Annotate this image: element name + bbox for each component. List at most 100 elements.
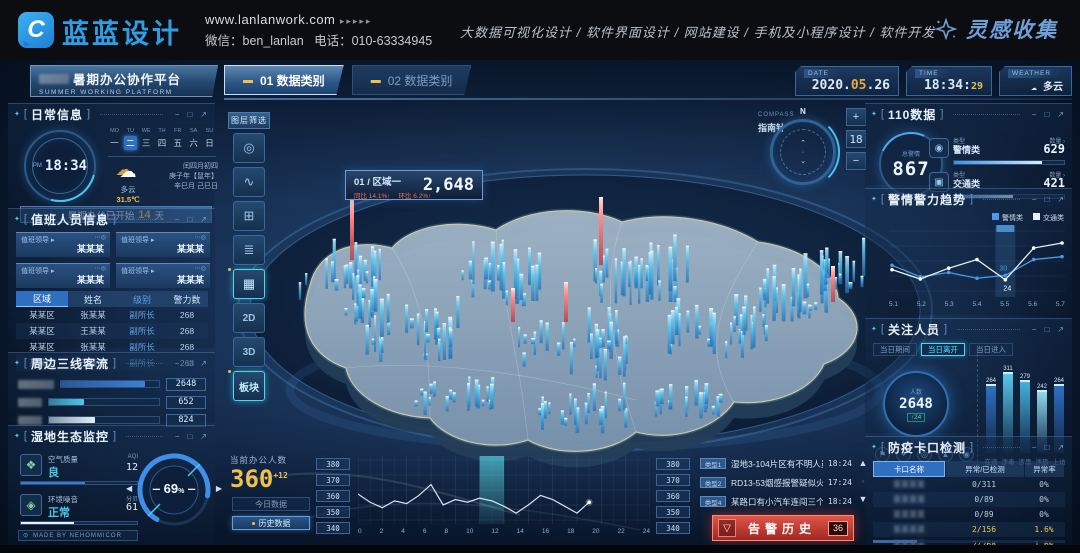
checkpoint-row: 某某某某0/3110% (873, 477, 1065, 492)
marker-icon[interactable]: ◎ (233, 133, 265, 163)
gauge-left-arrow[interactable]: ◀ (126, 484, 132, 493)
bar-value: 264 (980, 378, 1002, 384)
office-count-delta: +12 (273, 471, 287, 480)
weekday-四: TH四 (155, 128, 168, 150)
panel-title: 值班人员信息 (31, 211, 109, 228)
x-tick: 5.7 (1056, 301, 1065, 308)
signal-icon[interactable]: ∿ (233, 167, 265, 197)
table-scrollbar[interactable] (873, 540, 1065, 543)
y-axis-box: 350 (656, 506, 690, 518)
weather-value: 多云 (1043, 82, 1063, 93)
minimize-icon[interactable]: − (1030, 195, 1039, 204)
lunar-calendar: 闰四月初四庚子年【鼠年】辛巳月 己巳日 (154, 162, 218, 192)
alert-scroll-down[interactable]: ▼ (856, 492, 870, 506)
time-label: TIME (915, 69, 949, 78)
alert-item[interactable]: 类型4某路口有小汽车连闯三个红灯18:24 (700, 494, 852, 509)
gauge-value: ‒ 69% ‒ (136, 481, 212, 496)
logo-text: 蓝蓝设计 (62, 12, 182, 51)
x-tick: 18 (567, 528, 574, 535)
tab-data-category-1[interactable]: ▬01 数据类别 (224, 65, 344, 95)
focus-tab-2[interactable]: 当日离开 (921, 343, 965, 356)
expand-icon[interactable]: ↗ (1055, 195, 1066, 204)
window-icon[interactable]: □ (185, 432, 194, 441)
panel-trend: ✦[警情警力趋势]−□↗ 警情类交通类 9070503010 3024 5.15… (865, 188, 1072, 315)
checkpoint-table: 卡口名称异常/已检测异常率某某某某0/3110%某某某某0/890%某某某某0/… (873, 461, 1065, 552)
legend-item: 警情类 (992, 213, 1023, 223)
map-region-tooltip[interactable]: 01 / 区域一 同比 14.1%↑环比 6.2%↑ 2,648 (345, 170, 483, 200)
window-icon[interactable]: □ (185, 215, 194, 224)
minimize-icon[interactable]: − (173, 215, 182, 224)
expand-icon[interactable]: ↗ (1055, 110, 1066, 119)
alert-scroll-up[interactable]: ▲ (856, 456, 870, 470)
grid-icon[interactable]: ⊞ (233, 201, 265, 231)
minimize-icon[interactable]: − (173, 359, 182, 368)
expand-icon[interactable]: ↗ (198, 359, 209, 368)
duty-table-header: 区域姓名级别警力数 (16, 291, 208, 307)
panel-title: 防疫卡口检测 (888, 439, 966, 456)
x-tick: 6 (423, 528, 427, 535)
weekday-六: SA六 (187, 128, 200, 150)
blocks-button[interactable]: 板块 (233, 371, 265, 401)
panel-footer: ⊙MADE BY NEHOMMICOR (18, 530, 138, 541)
alert-camera-icon: ◉ (929, 138, 949, 158)
window-icon[interactable]: □ (1042, 443, 1051, 452)
chart-icon[interactable]: ▦ (233, 269, 265, 299)
expand-icon[interactable]: ↗ (1055, 325, 1066, 334)
analog-clock: PM18:34 (24, 130, 96, 202)
window-icon[interactable]: □ (185, 359, 194, 368)
gauge-right-arrow[interactable]: ▶ (216, 484, 222, 493)
panel-110-data: ✦[110数据]−□↗ 总警情 867 ◉类型警情类数量 ›629▣类型交通类数… (865, 103, 1072, 185)
x-tick: 8 (445, 528, 449, 535)
bar-value: 311 (997, 366, 1019, 372)
3d-button[interactable]: 3D (233, 337, 265, 367)
minimize-icon[interactable]: − (173, 432, 182, 441)
alert-item[interactable]: 类型2RD13-53烟感报警疑似火灾17:24 (700, 475, 852, 490)
collect-label: 灵感收集 (966, 14, 1058, 44)
date-month: 05 (851, 78, 867, 93)
window-icon[interactable]: □ (185, 110, 194, 119)
services-text: 大数据可视化设计 / 软件界面设计 / 网站建设 / 手机及小程序设计 / 软件… (460, 22, 935, 41)
expand-icon[interactable]: ↗ (198, 215, 209, 224)
duty-card: 值班领导 ▸⋯◎某某某 (116, 232, 210, 257)
date-day: .26 (867, 78, 890, 93)
expand-icon[interactable]: ↗ (198, 432, 209, 441)
flow-bar-row: 2648 (14, 375, 210, 393)
platform-subtitle: SUMMER WORKING PLATFORM (39, 89, 209, 96)
minimize-icon[interactable]: − (1030, 110, 1039, 119)
expand-icon[interactable]: ↗ (198, 110, 209, 119)
lanlan-logo-icon: C (18, 12, 54, 48)
focus-tab-1[interactable]: 当日期间 (873, 343, 917, 356)
layer-filter-toolbar: 图层筛选 ◎∿⊞≣▦2D3D板块 (228, 112, 270, 401)
2d-button[interactable]: 2D (233, 303, 265, 333)
minimize-icon[interactable]: − (1030, 443, 1039, 452)
panel-title: 关注人员 (888, 321, 940, 338)
alert-item[interactable]: 类型1湿地3-104片区有不明人员闯入18:24 (700, 456, 852, 471)
x-tick: 5.2 (917, 301, 926, 308)
date-plate: DATE 2020.05.26 (795, 66, 899, 96)
map-zoom-out-button[interactable]: − (846, 152, 866, 170)
list-icon[interactable]: ≣ (233, 235, 265, 265)
website-link[interactable]: www.lanlanwork.com (205, 12, 335, 27)
eco-gauge: ‒ 69% ‒ ◀ ▶ (136, 448, 212, 534)
alarm-history-banner[interactable]: ▽ 告警历史 36 (712, 515, 854, 541)
count-label: 人数 (910, 387, 922, 396)
data-tabs: ▬01 数据类别 ▬02 数据类别 (224, 65, 471, 97)
weekday-日: SU日 (203, 128, 216, 150)
expand-icon[interactable]: ↗ (1055, 443, 1066, 452)
window-icon[interactable]: □ (1042, 195, 1051, 204)
lunar-line: 辛巳月 己巳日 (154, 182, 218, 192)
tab-data-category-2[interactable]: ▬02 数据类别 (352, 65, 472, 95)
temperature: 31.5℃ (116, 195, 139, 204)
today-data-button[interactable]: 今日数据 (232, 497, 310, 511)
minimize-icon[interactable]: − (1030, 325, 1039, 334)
inspiration-collect[interactable]: 灵感收集 (934, 14, 1058, 44)
svg-text:30: 30 (999, 265, 1007, 272)
map-zoom-in-button[interactable]: + (846, 108, 866, 126)
x-tick: 12 (491, 528, 498, 535)
window-icon[interactable]: □ (1042, 325, 1051, 334)
alert-time: 18:24 (828, 459, 852, 468)
window-icon[interactable]: □ (1042, 110, 1051, 119)
history-data-button[interactable]: 历史数据 (232, 516, 310, 530)
flow-bars: 2648652824 (14, 375, 210, 429)
minimize-icon[interactable]: − (173, 110, 182, 119)
